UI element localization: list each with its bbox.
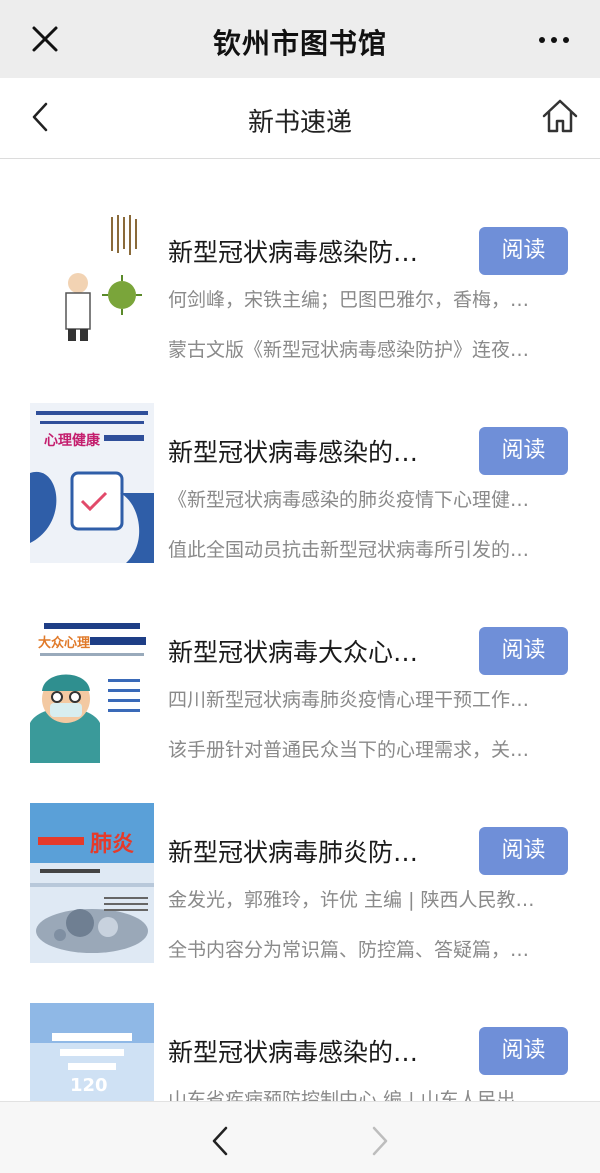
book-title[interactable]: 新型冠状病毒感染的… [168, 433, 468, 469]
book-author: 金发光，郭雅玲，许优 主编 | 陕西人民教… [168, 889, 535, 911]
book-cover[interactable]: 肺炎 [30, 803, 154, 963]
book-cover[interactable]: 120 [30, 1003, 154, 1101]
list-item[interactable]: 120 新型冠状病毒感染的… 阅读 山东省疾病预防控制中心 编 | 山东人民出… [0, 989, 600, 1101]
book-title[interactable]: 新型冠状病毒肺炎防… [168, 833, 468, 869]
read-button[interactable]: 阅读 [479, 1027, 568, 1075]
nav-bar: 新书速递 [0, 78, 600, 159]
book-description: 全书内容分为常识篇、防控篇、答疑篇，… [168, 939, 530, 961]
cover-title: 大众心理 [38, 635, 90, 651]
book-cover[interactable]: 心理健康 [30, 403, 154, 563]
book-description: 蒙古文版《新型冠状病毒感染防护》连夜… [168, 339, 530, 361]
read-button[interactable]: 阅读 [479, 827, 568, 875]
chevron-right-icon[interactable] [366, 1124, 394, 1158]
cover-title: 肺炎 [90, 832, 134, 857]
book-title[interactable]: 新型冠状病毒感染防… [168, 233, 468, 269]
home-icon[interactable] [540, 96, 580, 136]
chevron-left-icon[interactable] [206, 1124, 234, 1158]
list-item[interactable]: 新型冠状病毒感染防… 阅读 何剑峰，宋铁主编；巴图巴雅尔，香梅，… 蒙古文版《新… [0, 189, 600, 389]
read-button[interactable]: 阅读 [479, 627, 568, 675]
window-title: 钦州市图书馆 [212, 27, 387, 60]
read-button[interactable]: 阅读 [479, 427, 568, 475]
book-title[interactable]: 新型冠状病毒感染的… [168, 1033, 468, 1069]
list-item[interactable]: 大众心理 新型冠状病毒大众心… 阅读 四川新型冠状病毒肺炎疫情心理干预工作… 该… [0, 589, 600, 789]
book-list[interactable]: 新型冠状病毒感染防… 阅读 何剑峰，宋铁主编；巴图巴雅尔，香梅，… 蒙古文版《新… [0, 159, 600, 1101]
bottom-toolbar [0, 1101, 600, 1173]
read-button[interactable]: 阅读 [479, 227, 568, 275]
book-author: 山东省疾病预防控制中心 编 | 山东人民出… [168, 1089, 535, 1101]
book-description: 该手册针对普通民众当下的心理需求，关… [168, 739, 530, 761]
top-bar: 钦州市图书馆 [0, 0, 600, 78]
cover-title: 心理健康 [44, 432, 101, 449]
list-item[interactable]: 心理健康 新型冠状病毒感染的… 阅读 《新型冠状病毒感染的肺炎疫情下心理健… 值… [0, 389, 600, 589]
page-title: 新书速递 [247, 108, 352, 138]
book-author: 《新型冠状病毒感染的肺炎疫情下心理健… [168, 489, 530, 511]
book-author: 四川新型冠状病毒肺炎疫情心理干预工作… [168, 689, 530, 711]
more-icon[interactable] [534, 30, 574, 50]
book-cover[interactable] [30, 203, 154, 363]
book-description: 值此全国动员抗击新型冠状病毒所引发的… [168, 539, 530, 561]
book-title[interactable]: 新型冠状病毒大众心… [168, 633, 468, 669]
book-author: 何剑峰，宋铁主编；巴图巴雅尔，香梅，… [168, 289, 530, 311]
book-cover[interactable]: 大众心理 [30, 603, 154, 763]
cover-title: 120 [70, 1075, 108, 1096]
list-item[interactable]: 肺炎 新型冠状病毒肺炎防… 阅读 金发光，郭雅玲，许优 主编 | 陕西人民教… … [0, 789, 600, 989]
